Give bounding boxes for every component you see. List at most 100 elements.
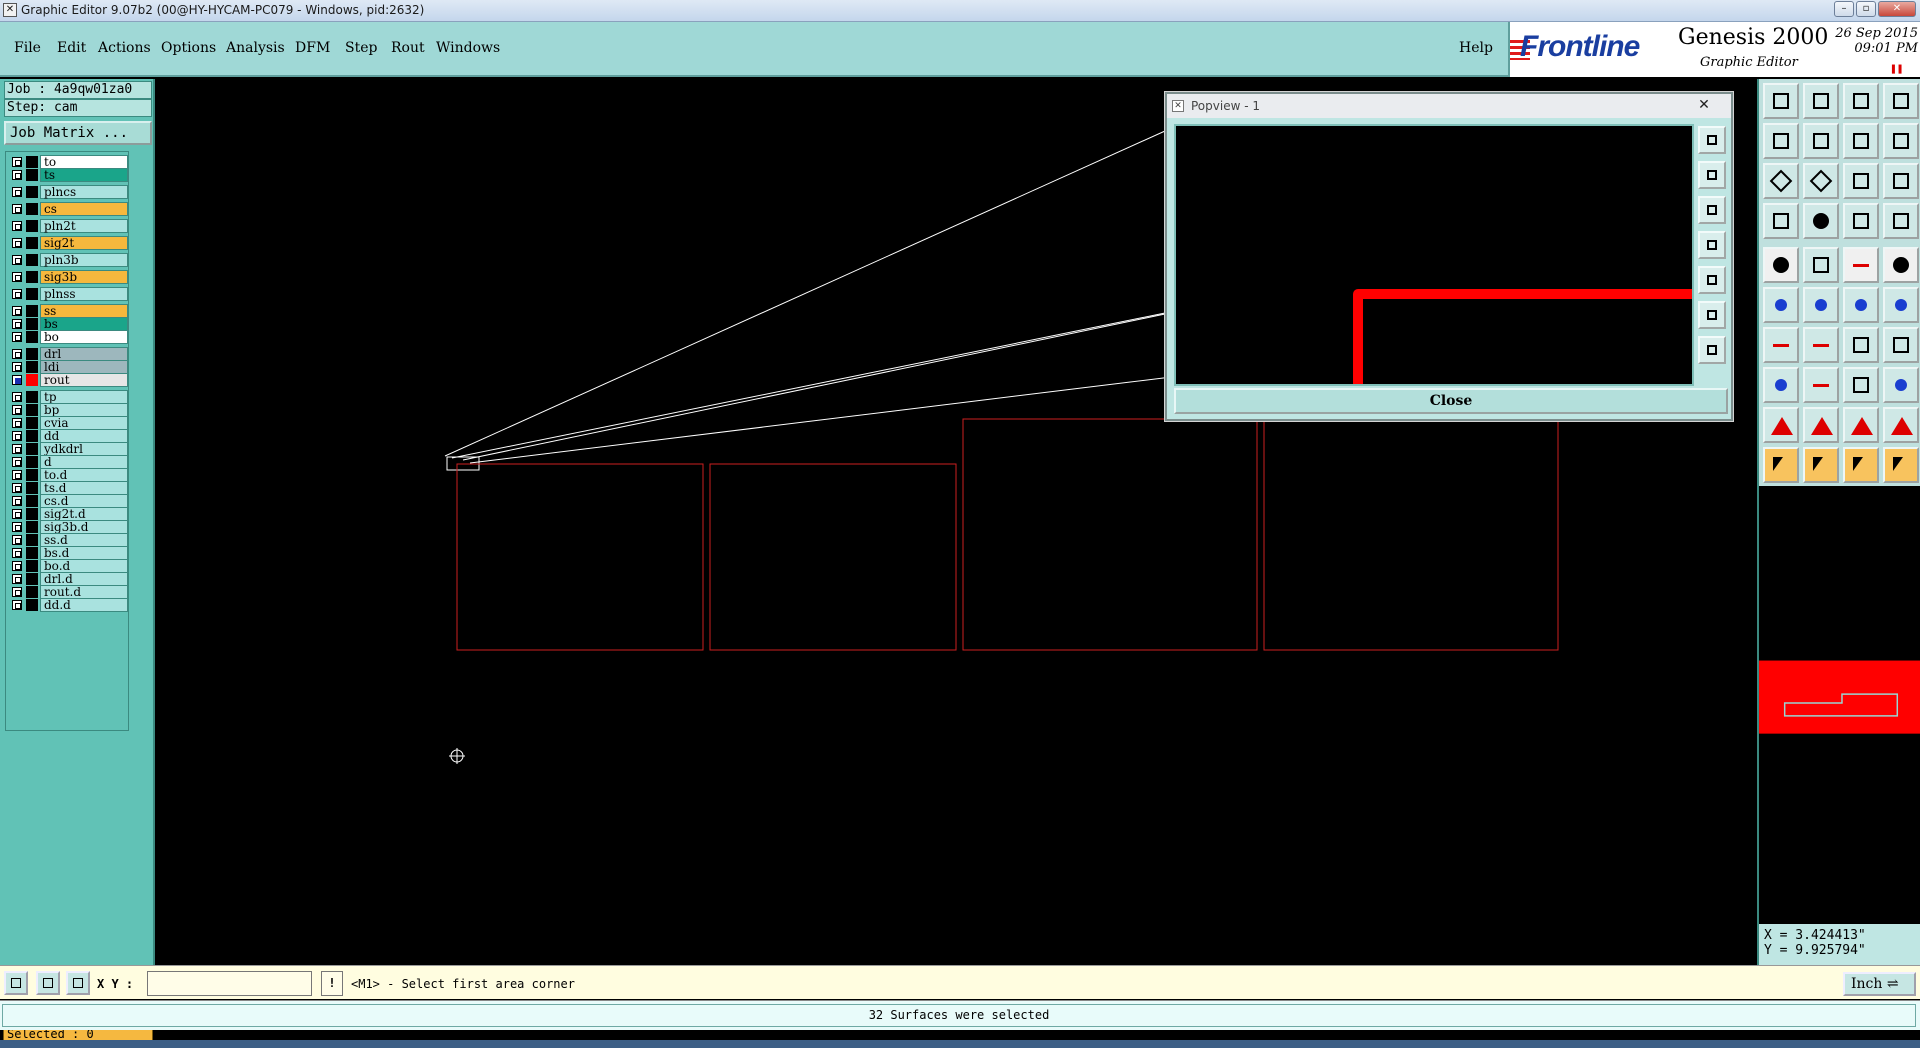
edit-shape-tool-button[interactable] [1803,247,1839,283]
layer-name[interactable]: plnss [40,287,128,301]
xy-input[interactable] [147,971,312,996]
graph-tool-button[interactable] [1883,203,1919,239]
layer-name[interactable]: rout.d [40,585,128,599]
scale-tool-button[interactable] [1843,163,1879,199]
layer-color-swatch[interactable] [26,560,38,572]
key-tool-button[interactable] [1803,203,1839,239]
pad-tool-button[interactable] [1883,247,1919,283]
layer-row-ts[interactable]: ts [8,168,128,182]
menu-options[interactable]: Options [161,40,216,56]
menu-edit[interactable]: Edit [57,40,86,56]
layer-checkbox[interactable] [12,574,22,584]
layer-row-bp[interactable]: bp [8,403,128,417]
layer-color-swatch[interactable] [26,573,38,585]
warning-button[interactable]: ! [321,971,343,996]
layer-name[interactable]: ldi [40,360,128,374]
layer-name[interactable]: cs [40,202,128,216]
layer-color-swatch[interactable] [26,271,38,283]
line-edit-tool-button[interactable] [1803,327,1839,363]
route-tool-button[interactable] [1883,123,1919,159]
connect-tool-button[interactable] [1843,287,1879,323]
triangle-c-tool-button[interactable] [1843,407,1879,443]
layer-checkbox[interactable] [12,444,22,454]
layer-row-ss[interactable]: ss [8,304,128,318]
layer-checkbox[interactable] [12,238,22,248]
layer-row-sig2t[interactable]: sig2t [8,236,128,250]
pointer-route-tool-button[interactable] [1883,447,1919,483]
layer-row-pln3b[interactable]: pln3b [8,253,128,267]
layer-name[interactable]: dd [40,429,128,443]
layer-row-tp[interactable]: tp [8,390,128,404]
layer-row-sig3b-d[interactable]: sig3b.d [8,520,128,534]
pointer-select-tool-button[interactable] [1803,447,1839,483]
popview-pan-down-button[interactable] [1698,196,1726,224]
snap-center-tool-button[interactable] [1763,247,1799,283]
pause-icon[interactable]: ❚❚ [1890,62,1903,75]
layer-row-pln2t[interactable]: pln2t [8,219,128,233]
layer-row-cvia[interactable]: cvia [8,416,128,430]
layer-name[interactable]: to [40,155,128,169]
layer-name[interactable]: sig2t [40,236,128,250]
layer-name[interactable]: ydkdrl [40,442,128,456]
layer-checkbox[interactable] [12,535,22,545]
layer-checkbox[interactable] [12,548,22,558]
layer-color-swatch[interactable] [26,547,38,559]
line-draw-tool-button[interactable] [1763,327,1799,363]
layer-checkbox[interactable] [12,509,22,519]
layer-row-cs-d[interactable]: cs.d [8,494,128,508]
layer-name[interactable]: to.d [40,468,128,482]
layer-checkbox[interactable] [12,306,22,316]
layer-row-bo-d[interactable]: bo.d [8,559,128,573]
layer-row-dd[interactable]: dd [8,429,128,443]
layer-color-swatch[interactable] [26,305,38,317]
popview-pan-right-button[interactable] [1698,266,1726,294]
split-tool-button[interactable] [1883,287,1919,323]
layer-checkbox[interactable] [12,496,22,506]
layer-color-swatch[interactable] [26,521,38,533]
layer-row-bo[interactable]: bo [8,330,128,344]
grid-mode-button[interactable] [66,971,90,995]
layer-name[interactable]: sig2t.d [40,507,128,521]
layer-name[interactable]: plncs [40,185,128,199]
layer-color-swatch[interactable] [26,237,38,249]
menu-windows[interactable]: Windows [436,40,500,56]
layer-name[interactable]: cvia [40,416,128,430]
layer-color-swatch[interactable] [26,430,38,442]
layer-row-rout[interactable]: rout [8,373,128,387]
layer-row-drl-d[interactable]: drl.d [8,572,128,586]
layer-name[interactable]: rout [40,373,128,387]
maximize-button[interactable]: ▫ [1856,1,1876,17]
close-window-button[interactable]: ✕ [1878,1,1916,17]
pan-right-tool-button[interactable] [1803,123,1839,159]
trim-tool-button[interactable] [1803,367,1839,403]
layer-name[interactable]: sig3b [40,270,128,284]
layer-row-dd-d[interactable]: dd.d [8,598,128,612]
layer-color-swatch[interactable] [26,361,38,373]
layer-checkbox[interactable] [12,319,22,329]
layer-checkbox[interactable] [12,170,22,180]
layer-row-cs[interactable]: cs [8,202,128,216]
helicopter-tool-button[interactable] [1763,203,1799,239]
layer-checkbox[interactable] [12,431,22,441]
layer-name[interactable]: bp [40,403,128,417]
layer-color-swatch[interactable] [26,404,38,416]
layer-name[interactable]: ts.d [40,481,128,495]
break-tool-button[interactable] [1883,327,1919,363]
layer-color-swatch[interactable] [26,156,38,168]
layer-checkbox[interactable] [12,349,22,359]
layer-row-plnss[interactable]: plnss [8,287,128,301]
layer-row-d[interactable]: d [8,455,128,469]
node-move-tool-button[interactable] [1803,287,1839,323]
pan-left-tool-button[interactable] [1763,123,1799,159]
measure-tool-button[interactable] [1843,367,1879,403]
layer-name[interactable]: tp [40,390,128,404]
layer-row-to-d[interactable]: to.d [8,468,128,482]
layer-color-swatch[interactable] [26,203,38,215]
help-tool-button[interactable] [1883,163,1919,199]
layer-name[interactable]: cs.d [40,494,128,508]
popview-close-button[interactable]: Close [1174,388,1728,414]
layer-color-swatch[interactable] [26,186,38,198]
layer-color-swatch[interactable] [26,331,38,343]
layer-checkbox[interactable] [12,457,22,467]
layer-row-ss-d[interactable]: ss.d [8,533,128,547]
